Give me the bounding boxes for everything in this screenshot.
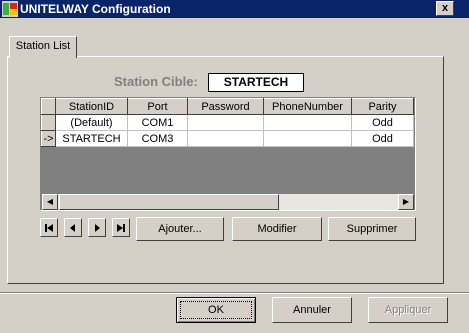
tab-station-list[interactable]: Station List xyxy=(9,36,77,58)
prev-record-button[interactable] xyxy=(64,218,82,237)
table-row[interactable]: (Default) COM1 Odd xyxy=(41,114,414,131)
row-indicator[interactable] xyxy=(41,114,56,131)
cell-port[interactable]: COM3 xyxy=(127,130,188,147)
table-header-row: StationID Port Password PhoneNumber Pari… xyxy=(41,98,414,115)
scroll-left-icon[interactable]: ◀ xyxy=(42,194,58,210)
station-grid[interactable]: StationID Port Password PhoneNumber Pari… xyxy=(40,97,416,211)
cancel-button[interactable]: Annuler xyxy=(272,297,352,323)
add-button[interactable]: Ajouter... xyxy=(136,217,224,241)
station-cible-value: STARTECH xyxy=(208,73,304,92)
cell-phonenumber[interactable] xyxy=(263,114,352,131)
indicator-header xyxy=(41,98,56,115)
title-bar[interactable]: UNITELWAY Configuration x xyxy=(0,0,469,18)
station-table: StationID Port Password PhoneNumber Pari… xyxy=(41,98,414,147)
edit-button[interactable]: Modifier xyxy=(232,217,322,241)
row-indicator[interactable]: -> xyxy=(41,130,56,147)
cell-stationid[interactable]: (Default) xyxy=(55,114,128,131)
cell-parity[interactable]: Odd xyxy=(351,130,414,147)
table-row[interactable]: -> STARTECH COM3 Odd xyxy=(41,130,414,147)
scroll-right-icon[interactable]: ▶ xyxy=(398,194,414,210)
cell-port[interactable]: COM1 xyxy=(127,114,188,131)
column-header-stationid[interactable]: StationID xyxy=(55,98,128,115)
next-record-button[interactable] xyxy=(88,218,106,237)
column-header-password[interactable]: Password xyxy=(187,98,264,115)
prev-record-icon xyxy=(70,224,75,232)
first-record-button[interactable] xyxy=(40,218,58,237)
cell-password[interactable] xyxy=(187,114,264,131)
first-record-icon xyxy=(45,224,53,232)
scroll-thumb[interactable] xyxy=(59,194,279,210)
delete-button[interactable]: Supprimer xyxy=(328,217,416,241)
focus-rect xyxy=(180,301,252,319)
app-icon xyxy=(2,1,18,17)
station-cible-label: Station Cible: xyxy=(114,74,198,89)
cell-stationid[interactable]: STARTECH xyxy=(55,130,128,147)
last-record-button[interactable] xyxy=(112,218,130,237)
column-header-port[interactable]: Port xyxy=(127,98,188,115)
column-header-phonenumber[interactable]: PhoneNumber xyxy=(263,98,352,115)
window-title: UNITELWAY Configuration xyxy=(20,2,171,16)
column-header-parity[interactable]: Parity xyxy=(351,98,414,115)
ok-button[interactable]: OK xyxy=(176,297,256,323)
footer-separator xyxy=(0,292,469,294)
horizontal-scrollbar[interactable]: ◀ ▶ xyxy=(42,194,414,210)
next-record-icon xyxy=(95,224,100,232)
cell-password[interactable] xyxy=(187,130,264,147)
close-button[interactable]: x xyxy=(436,1,454,16)
cell-parity[interactable]: Odd xyxy=(351,114,414,131)
apply-button[interactable]: Appliquer xyxy=(368,297,448,323)
last-record-icon xyxy=(117,224,125,232)
cell-phonenumber[interactable] xyxy=(263,130,352,147)
